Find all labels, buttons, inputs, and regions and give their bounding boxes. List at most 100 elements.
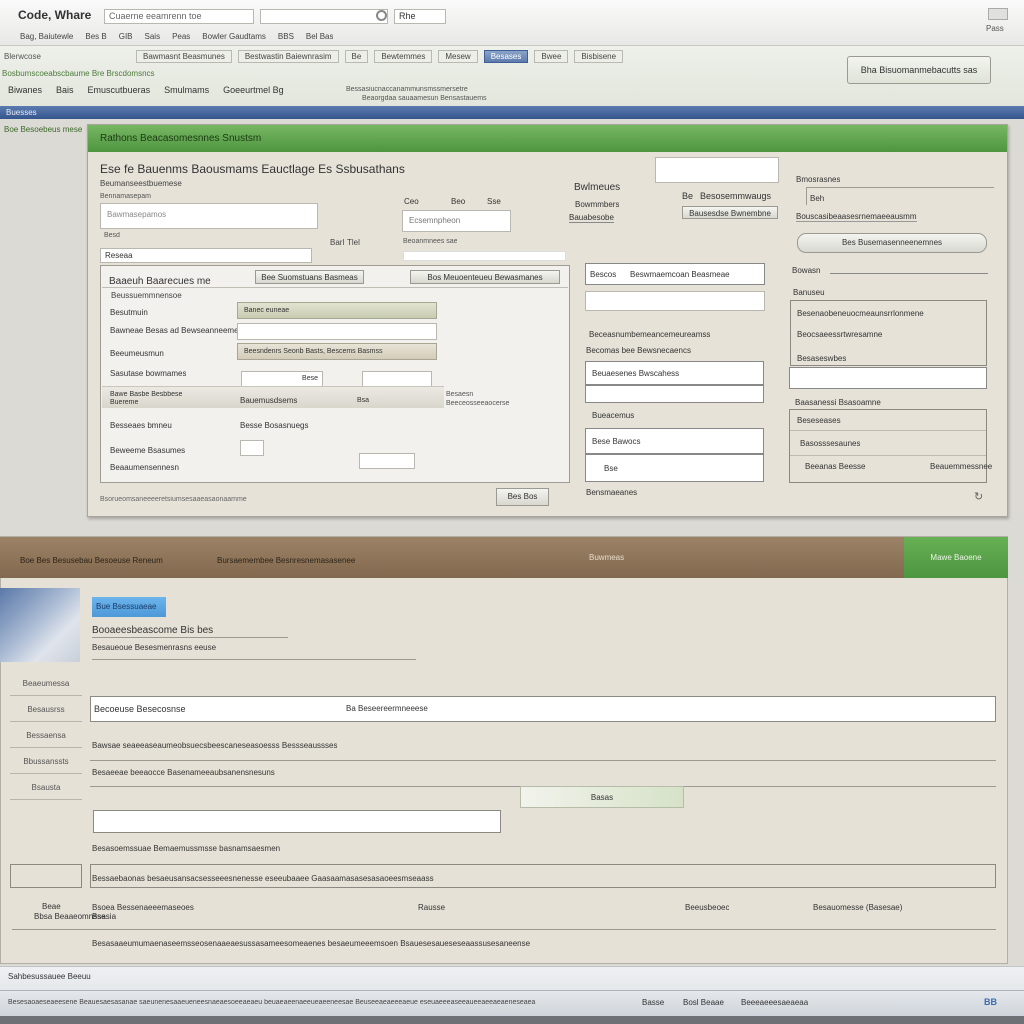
top-search-input[interactable]: Cuaerne eeamrenn toe <box>104 9 254 24</box>
lower-side-item-3[interactable]: Bessaensa <box>10 724 82 748</box>
column-input[interactable]: Ecsemnpheon <box>402 210 511 232</box>
inner-row-input-8[interactable] <box>359 453 415 469</box>
panel-header-title: Rathons Beacasomesnnes Snustsm <box>100 133 262 144</box>
lower-rule-1 <box>90 760 996 761</box>
mid-top-box[interactable] <box>655 157 779 183</box>
right-box-1 <box>806 187 994 205</box>
tab-3[interactable]: Be <box>344 50 369 63</box>
inner-row-label-3: Beeumeusmun <box>110 349 164 358</box>
menu-bar: Bag, Baiutewle Bes B GIB Sais Peas Bowler Gau… <box>20 32 400 44</box>
menu-item-1[interactable]: Bag, Baiutewle <box>20 32 73 44</box>
status-r3[interactable]: Beeeaeeesaeaeaa <box>741 998 808 1007</box>
lower-image <box>0 588 80 662</box>
status-left: Sahbesussauee Beeuu <box>8 972 91 981</box>
lower-side-item-4[interactable]: Bbussanssts <box>10 750 82 774</box>
menu-item-8[interactable]: Bel Bas <box>306 32 334 44</box>
lower-tag[interactable]: Bue Bsessuaeae <box>92 597 166 617</box>
lower-header-left-2: Bursaemembee Besnresnemasasenee <box>217 556 356 565</box>
menu-item-5[interactable]: Peas <box>172 32 190 44</box>
status-r1[interactable]: Basse <box>642 998 664 1007</box>
top-search-field[interactable] <box>260 9 388 24</box>
window-control-icon[interactable] <box>988 8 1008 20</box>
right-list-item-1[interactable]: Beseseases <box>797 416 841 425</box>
tab-8[interactable]: Bisbisene <box>574 50 624 63</box>
toolbar-item-4[interactable]: Smulmams <box>164 85 209 99</box>
tab-4[interactable]: Bewtemmes <box>374 50 433 63</box>
status-r2[interactable]: Bosl Beaae <box>683 998 724 1007</box>
lower-header-button[interactable]: Mawe Baoene <box>904 537 1008 578</box>
tab-2[interactable]: Bestwastin Baiewnrasim <box>237 50 339 63</box>
inner-footer-button[interactable]: Bes Bos <box>496 488 549 506</box>
tab-7[interactable]: Bwee <box>534 50 569 63</box>
toolbar-item-5[interactable]: Goeeurtmel Bg <box>223 85 284 99</box>
menu-item-3[interactable]: GIB <box>119 32 133 44</box>
lower-row-left: Beae <box>42 902 61 911</box>
lower-side-item-1[interactable]: Beaeumessa <box>10 672 82 696</box>
mid2-button[interactable]: Bausesdse Bwnembne <box>682 206 778 219</box>
menu-item-2[interactable]: Bes B <box>85 32 106 44</box>
field-hint: Bennamasepam <box>100 193 151 200</box>
search-icon[interactable] <box>376 10 387 21</box>
inner-row-input-4a[interactable]: Bese <box>241 371 323 387</box>
inner-row-input-2[interactable] <box>237 323 437 340</box>
label-f: Tlel <box>347 238 360 247</box>
lower-side-item-2[interactable]: Besausrss <box>10 698 82 722</box>
lower-side-item-5[interactable]: Bsausta <box>10 776 82 800</box>
mid-box-3[interactable]: Bese Bawocs <box>585 428 764 454</box>
page-info: Pass <box>986 24 1004 33</box>
mid-box-1[interactable]: Beuaesenes Bwscahess <box>585 361 764 385</box>
right-list-item-3[interactable]: Beeanas Beesse <box>805 462 866 471</box>
toolbar-item-1[interactable]: Biwanes <box>8 85 42 99</box>
right-action-button[interactable]: Bha Bisuomanmebacutts sas <box>847 56 991 84</box>
secondary-input[interactable]: Reseaa <box>100 248 312 263</box>
mid-box-1b[interactable] <box>585 385 764 403</box>
tab-6[interactable]: Besases <box>483 50 529 63</box>
inner-button-2[interactable]: Bos Meuoenteueu Bewasmanes <box>410 270 560 284</box>
inner-row-label-4: Sasutase bowmames <box>110 369 187 378</box>
right-title: Bmosrasnes <box>796 175 841 184</box>
tab-5[interactable]: Mesew <box>438 50 478 63</box>
lower-line-1: Bawsae seaeeaseaumeobsuecsbeescaneseasoe… <box>92 741 338 750</box>
inner-row-value-3[interactable]: Beesndenrs Seonb Basts, Bescems Basmss <box>237 343 437 360</box>
lower-row-box-left <box>10 864 82 888</box>
menu-item-7[interactable]: BBS <box>278 32 294 44</box>
right-slider[interactable]: Bes Busemasenneenemnes <box>797 233 987 253</box>
inner-form-title: Baaeuh Baarecues me <box>109 276 211 287</box>
lower-title: Booaeesbeascome Bis bes <box>92 625 214 636</box>
lower-subtitle-rule <box>92 659 416 660</box>
status-bottom-strip <box>0 1016 1024 1024</box>
inner-subtitle: Beussuemmnensoe <box>111 291 182 300</box>
toolbar: Biwanes Bais Emuscutbueras Smulmams Goeeurtm… <box>8 85 348 99</box>
mid-box-4[interactable]: Bse <box>585 454 764 482</box>
menu-item-4[interactable]: Sais <box>145 32 161 44</box>
inner-footer-note: Bsorueomsaneeeeretsiumsesaaeasaonaamme <box>100 496 247 503</box>
inner-side-note: Besaesn Beeceosseeaocerse <box>446 391 510 407</box>
name-input[interactable]: Bawmasepamos <box>100 203 318 229</box>
top-select[interactable]: Rhe <box>394 9 446 24</box>
tab-first[interactable]: Blerwcose <box>4 52 74 61</box>
right-row-5: Banuseu <box>793 288 825 297</box>
right-row-1: Beh <box>810 194 825 203</box>
lower-input[interactable] <box>93 810 501 833</box>
inner-button-1[interactable]: Bee Suomstuans Basmeas <box>255 270 364 284</box>
panel-title: Ese fe Bauenms Baousmams Eauctlage Es Ss… <box>100 162 405 176</box>
lower-rule-3 <box>12 929 996 930</box>
right-input[interactable] <box>789 367 987 389</box>
column-strip <box>403 251 566 261</box>
lower-row-d: Besauomesse (Basesae) <box>813 903 903 912</box>
right-list-item-2[interactable]: Basosssesaunes <box>800 439 860 448</box>
lower-search-box[interactable] <box>90 696 996 722</box>
tab-1[interactable]: Bawmasnt Beasmunes <box>136 50 232 63</box>
col-a: Ceo <box>404 197 419 206</box>
toolbar-item-3[interactable]: Emuscutbueras <box>88 85 151 99</box>
lower-action-button[interactable]: Basas <box>520 786 684 808</box>
inner-row-input-4b[interactable] <box>362 371 432 387</box>
toolbar-item-2[interactable]: Bais <box>56 85 74 99</box>
menu-item-6[interactable]: Bowler Gaudtams <box>202 32 266 44</box>
refresh-icon[interactable]: ↻ <box>974 490 983 503</box>
mid-input[interactable] <box>585 291 765 311</box>
inner-row-input-7[interactable] <box>240 440 264 456</box>
status-bottom: Besesaoaeseaeesene Beauesaesasanae saeun… <box>8 999 536 1006</box>
inner-row-value-1[interactable]: Banec euneae <box>237 302 437 319</box>
inner-row-value-6: Besse Bosasnuegs <box>240 421 309 430</box>
